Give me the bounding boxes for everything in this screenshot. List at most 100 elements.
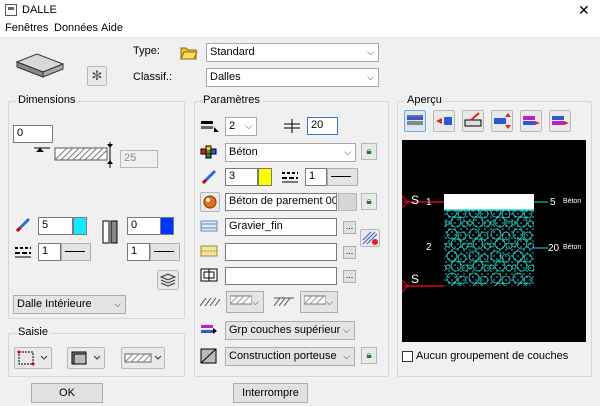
linetype-icon xyxy=(14,245,32,259)
fill2-input[interactable] xyxy=(225,243,337,261)
cancel-button[interactable]: Interrompre xyxy=(233,383,308,403)
hatch-right-select[interactable]: ⌵ xyxy=(300,291,338,313)
chevron-down-icon: ⌵ xyxy=(343,325,350,335)
fill-pattern-icon xyxy=(200,220,218,232)
menu-aide[interactable]: Aide xyxy=(101,22,123,34)
color-input[interactable]: 0 xyxy=(127,217,162,235)
fill3-browse-button[interactable]: ... xyxy=(343,270,356,283)
material-icon xyxy=(200,145,218,159)
thickness-input[interactable]: 25 xyxy=(120,150,158,168)
rectangle-icon xyxy=(71,351,101,365)
preview-canvas xyxy=(402,140,586,342)
layer-group-select[interactable]: Grp couches supérieur ⌵ xyxy=(225,321,355,340)
saisie-legend: Saisie xyxy=(16,326,50,338)
hatch-apply-button[interactable] xyxy=(360,229,380,247)
edit-layer-icon xyxy=(464,112,482,127)
move-layer-down-icon xyxy=(552,116,569,125)
param-pen-color-swatch[interactable] xyxy=(258,168,272,186)
hatch-sample-icon xyxy=(230,295,252,305)
fill1-input[interactable]: Gravier_fin xyxy=(225,218,337,236)
fill1-browse-button[interactable]: ... xyxy=(343,221,356,234)
preview-layer1-material: Béton xyxy=(563,198,582,205)
preview-index-2-label: 2 xyxy=(426,242,432,253)
type-select[interactable]: Standard ⌵ xyxy=(206,43,379,62)
linetype-left-input[interactable]: 1 xyxy=(38,243,61,261)
linetype-icon xyxy=(281,170,299,184)
preview-layer1-thickness: 5 xyxy=(550,197,556,208)
layers-button[interactable] xyxy=(157,270,179,290)
menu-fenetres[interactable]: Fenêtres xyxy=(5,22,48,34)
param-line-picker[interactable] xyxy=(327,168,358,186)
wall-section-icon xyxy=(101,219,121,245)
shape-dropdown[interactable] xyxy=(67,347,105,369)
chevron-down-icon: ⌵ xyxy=(252,297,259,307)
linetype-left-picker[interactable] xyxy=(61,243,91,261)
chevron-down-icon: ⌵ xyxy=(367,47,374,57)
surface-input[interactable]: Béton de parement 007 xyxy=(225,193,337,211)
floor-type-select[interactable]: Dalle Intérieure ⌵ xyxy=(13,295,126,314)
spacing-input[interactable]: 20 xyxy=(307,117,338,135)
hatch-pattern-icon xyxy=(124,353,162,363)
classif-select[interactable]: Dalles ⌵ xyxy=(206,68,379,87)
surface-lock-button[interactable]: 🔒︎ xyxy=(361,193,377,210)
material-lock-button[interactable]: 🔒︎ xyxy=(361,143,377,160)
surface-swatch[interactable] xyxy=(338,193,357,211)
app-icon xyxy=(5,4,17,16)
hatch-dropdown[interactable] xyxy=(121,347,165,369)
preview-insert-button[interactable] xyxy=(433,110,455,132)
snowflake-button[interactable]: ✻ xyxy=(87,66,107,86)
classif-label: Classif.: xyxy=(133,71,173,83)
surface-button[interactable] xyxy=(200,192,220,212)
linetype-right-picker[interactable] xyxy=(150,243,180,261)
input-mode-dropdown[interactable] xyxy=(14,347,52,369)
layer-count-select[interactable]: 2 ⌵ xyxy=(225,117,257,136)
preview-edit-button[interactable] xyxy=(462,110,484,132)
menu-donnees[interactable]: Données xyxy=(54,22,98,34)
insert-layer-icon xyxy=(436,117,452,125)
pen-icon xyxy=(14,217,32,233)
preview-swap-button[interactable] xyxy=(491,110,513,132)
line-sample-icon xyxy=(331,176,351,177)
swap-layers-icon xyxy=(494,113,511,129)
lock-icon: 🔒︎ xyxy=(366,146,372,157)
parametres-legend: Paramètres xyxy=(201,94,262,106)
param-line-input[interactable]: 1 xyxy=(305,168,327,186)
preview-layer2-material: Béton xyxy=(563,244,582,251)
dimensions-legend: Dimensions xyxy=(16,94,78,106)
fill2-browse-button[interactable]: ... xyxy=(343,246,356,259)
floor-type-value: Dalle Intérieure xyxy=(17,298,92,310)
pen-icon xyxy=(200,169,218,185)
chevron-down-icon: ⌵ xyxy=(343,351,350,361)
hatch-apply-icon xyxy=(362,231,378,245)
pen-thickness-input[interactable]: 5 xyxy=(38,217,73,235)
preview-move-up-button[interactable] xyxy=(520,110,542,132)
title-bar xyxy=(0,0,600,20)
preview-layers-button[interactable] xyxy=(404,110,426,132)
apercu-legend: Aperçu xyxy=(405,94,444,106)
ok-button[interactable]: OK xyxy=(31,383,103,403)
preview-s-top-label: S xyxy=(411,193,420,207)
no-grouping-checkbox[interactable] xyxy=(402,351,413,362)
grid-pattern-icon xyxy=(200,268,218,282)
layers-section-icon xyxy=(407,115,423,125)
param-pen-input[interactable]: 3 xyxy=(225,168,258,186)
color-swatch[interactable] xyxy=(160,217,174,235)
no-grouping-label: Aucun groupement de couches xyxy=(416,350,569,362)
hatch-left-select[interactable]: ⌵ xyxy=(226,291,264,313)
preview-move-down-button[interactable] xyxy=(549,110,571,132)
construction-select[interactable]: Construction porteuse ⌵ xyxy=(225,347,355,366)
surface-icon xyxy=(203,195,217,209)
fill3-input[interactable] xyxy=(225,267,337,285)
classif-select-value: Dalles xyxy=(210,71,241,83)
snowflake-icon: ✻ xyxy=(91,68,103,83)
material-select[interactable]: Béton ⌵ xyxy=(225,143,356,162)
layer-count-icon xyxy=(200,119,220,133)
group-layers-icon xyxy=(200,323,218,337)
construction-lock-button[interactable]: 🔒︎ xyxy=(361,347,377,364)
close-button[interactable]: ✕ xyxy=(578,2,590,19)
open-folder-icon[interactable] xyxy=(180,45,198,60)
linetype-right-input[interactable]: 1 xyxy=(127,243,150,261)
construction-icon xyxy=(200,348,218,364)
pen-color-swatch[interactable] xyxy=(73,217,87,235)
window-title: DALLE xyxy=(22,4,57,16)
